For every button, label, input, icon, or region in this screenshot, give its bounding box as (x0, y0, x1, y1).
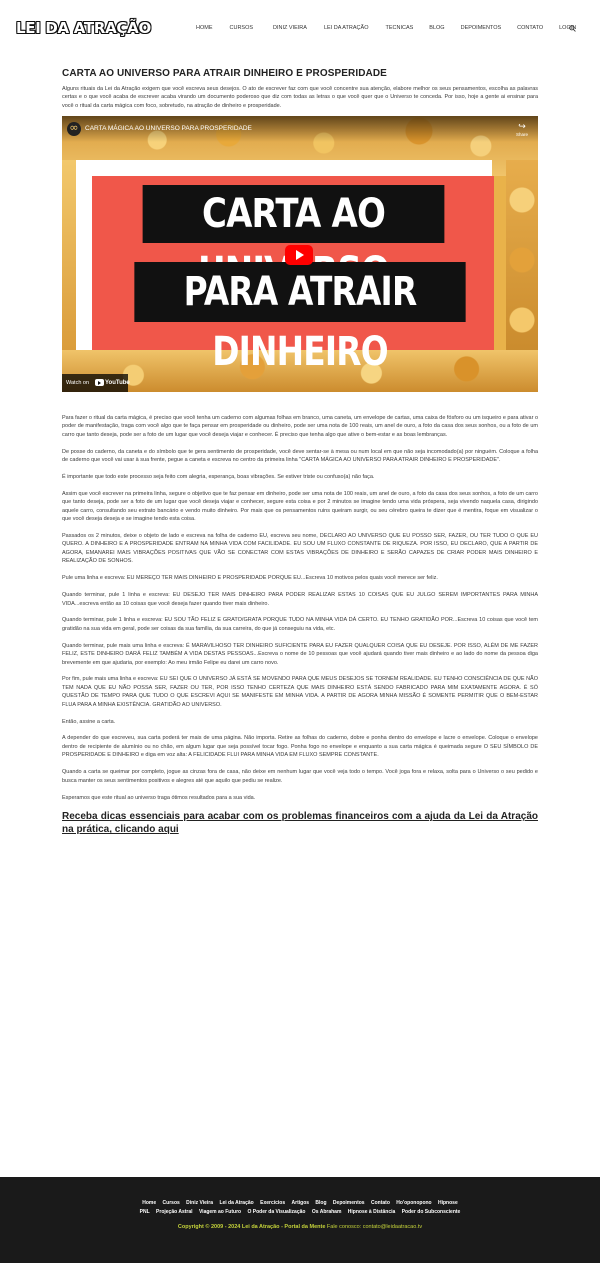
footer-links-row1: Home Cursos Diniz Vieira Lei da Atração … (0, 1200, 600, 1206)
nav-lei-da-atracao[interactable]: LEI DA ATRAÇÃO (324, 25, 369, 31)
footer-link[interactable]: Hipnose à Distância (348, 1209, 396, 1215)
site-logo[interactable]: LEI DA ATRAÇÃO (16, 19, 151, 37)
nav-diniz-vieira[interactable]: DINIZ VIEIRA (273, 25, 307, 31)
nav-contato[interactable]: CONTATO (517, 25, 543, 31)
paragraph: Quando a carta se queimar por completo, … (62, 769, 538, 784)
share-icon: ↪ (518, 122, 526, 132)
share-button[interactable]: ↪ Share (511, 122, 533, 137)
copyright-text: Copyright © 2009 - 2024 Lei da Atração -… (177, 1224, 326, 1230)
youtube-label: YouTube (105, 379, 130, 386)
main-nav: HOME CURSOS DINIZ VIEIRA LEI DA ATRAÇÃO … (196, 25, 576, 31)
footer-link[interactable]: Viagem ao Futuro (199, 1209, 241, 1215)
search-icon[interactable] (569, 25, 576, 32)
youtube-play-icon (95, 379, 104, 386)
video-thumbnail-coins-right (506, 160, 538, 360)
share-label: Share (515, 132, 528, 137)
paragraph: É importante que todo este processo seja… (62, 474, 375, 481)
footer-link[interactable]: Os Abraham (312, 1209, 342, 1215)
video-banner-line1: CARTA AO UNIVERSO (142, 185, 445, 295)
footer-link[interactable]: Blog (315, 1200, 326, 1206)
paragraph: Para fazer o ritual da carta mágica, é p… (62, 415, 539, 438)
footer-link[interactable]: PNL (140, 1209, 150, 1215)
footer-link[interactable]: Depoimentos (333, 1200, 365, 1206)
paragraph: Por fim, pule mais uma linha e escreva: … (62, 676, 538, 708)
footer-link[interactable]: O Poder da Visualização (247, 1209, 305, 1215)
play-button-icon[interactable] (285, 245, 313, 265)
footer-link[interactable]: Exercícios (260, 1200, 285, 1206)
channel-avatar-icon[interactable] (67, 121, 81, 136)
article: CARTA AO UNIVERSO PARA ATRAIR DINHEIRO E… (62, 68, 538, 110)
youtube-logo: YouTube (95, 379, 130, 386)
footer-link[interactable]: Poder do Subconsciente (402, 1209, 461, 1215)
footer-link[interactable]: Diniz Vieira (186, 1200, 213, 1206)
nav-cursos[interactable]: CURSOS (230, 25, 254, 31)
footer-link[interactable]: Lei da Atração (219, 1200, 253, 1206)
paragraph: Assim que você escrever na primeira linh… (62, 490, 538, 523)
cta-link[interactable]: Receba dicas essenciais para acabar com … (62, 810, 538, 836)
page-title: CARTA AO UNIVERSO PARA ATRAIR DINHEIRO E… (62, 68, 387, 79)
footer-links-row2: PNL Projeção Astral Viagem ao Futuro O P… (0, 1209, 600, 1215)
copyright: Copyright © 2009 - 2024 Lei da Atração -… (0, 1224, 600, 1230)
youtube-video-embed[interactable]: CARTA AO UNIVERSO PARA ATRAIR DINHEIRO C… (62, 116, 538, 392)
article-body: Para fazer o ritual da carta mágica, é p… (62, 414, 538, 836)
paragraph: Pule uma linha e escreva: EU MEREÇO TER … (62, 575, 438, 582)
footer-link[interactable]: Artigos (292, 1200, 310, 1206)
footer-link[interactable]: Contato (371, 1200, 390, 1206)
watch-on-youtube-button[interactable]: Watch on YouTube (62, 374, 130, 392)
footer-link[interactable]: Projeção Astral (156, 1209, 193, 1215)
video-banner-line2: PARA ATRAIR DINHEIRO (134, 262, 466, 375)
video-title[interactable]: CARTA MÁGICA AO UNIVERSO PARA PROSPERIDA… (85, 125, 252, 132)
nav-depoimentos[interactable]: DEPOIMENTOS (461, 25, 502, 31)
paragraph: Quando terminar, pule 1 linha e escreva:… (62, 592, 538, 607)
footer-link[interactable]: Cursos (163, 1200, 180, 1206)
contact-email-link[interactable]: contato@leidaatracao.tv (363, 1224, 422, 1230)
watch-on-label: Watch on (66, 380, 90, 386)
site-header: LEI DA ATRAÇÃO HOME CURSOS DINIZ VIEIRA … (0, 0, 600, 60)
nav-home[interactable]: HOME (196, 25, 213, 31)
site-footer: Home Cursos Diniz Vieira Lei da Atração … (0, 1177, 600, 1263)
paragraph: Esperamos que este ritual ao universo tr… (62, 794, 256, 801)
footer-link[interactable]: Home (142, 1200, 156, 1206)
article-intro: Alguns rituais da Lei da Atração exigem … (62, 86, 538, 109)
footer-link[interactable]: Ho'oponopono (396, 1200, 431, 1206)
contact-label: Fale conosco: (326, 1224, 362, 1230)
paragraph: Então, assine a carta. (62, 718, 116, 725)
nav-blog[interactable]: BLOG (429, 25, 444, 31)
paragraph: A depender do que escreveu, sua carta po… (62, 735, 538, 759)
paragraph: De posse do caderno, da caneta e do símb… (62, 448, 538, 464)
footer-link[interactable]: Hipnose (438, 1200, 458, 1206)
paragraph: Quando terminar, pule mais uma linha e e… (62, 642, 538, 666)
nav-tecnicas[interactable]: TECNICAS (385, 25, 413, 31)
paragraph: Quando terminar, pule 1 linha e escreva:… (62, 617, 538, 632)
paragraph: Passados os 2 minutos, deixe o objeto de… (62, 533, 538, 565)
